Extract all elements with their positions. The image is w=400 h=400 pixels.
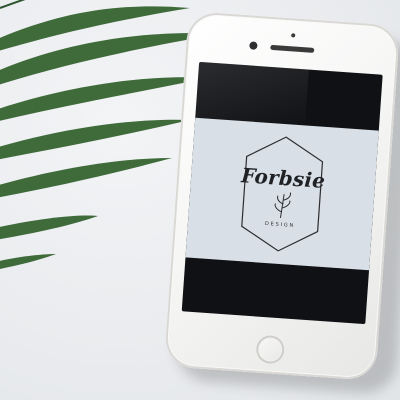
palm-frond-7 [0,254,56,269]
home-button[interactable] [255,334,286,365]
palm-frond-3 [0,77,208,121]
palm-frond-6 [0,215,98,240]
logo-hexagon-outline [241,136,324,252]
palm-frond-4 [0,119,190,160]
photo-scene: Forbsie DESIGN [0,0,400,400]
front-camera [249,41,258,50]
palm-frond-5 [0,158,172,198]
smartphone: Forbsie DESIGN [163,11,400,381]
phone-screen: Forbsie DESIGN [181,61,383,325]
proximity-sensor [291,33,296,38]
brand-badge-logo [241,136,324,252]
palm-stem [0,0,26,9]
sprig-icon [274,192,291,219]
logo-panel: Forbsie DESIGN [185,117,379,271]
earpiece-speaker [270,44,315,53]
